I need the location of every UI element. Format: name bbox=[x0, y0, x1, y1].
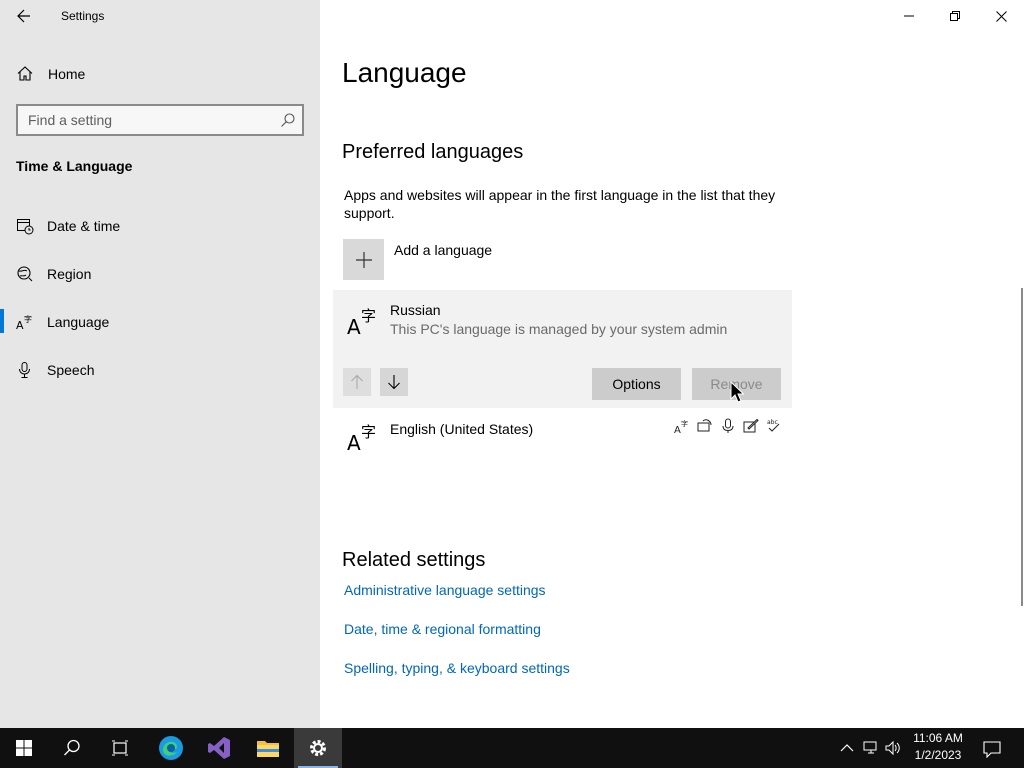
sidebar: Settings Home Time & Language Date & tim… bbox=[0, 0, 320, 728]
file-explorer-icon bbox=[257, 741, 279, 757]
preferred-languages-heading: Preferred languages bbox=[342, 141, 524, 163]
language-icon: A字 bbox=[16, 314, 32, 331]
language-item-russian[interactable]: A字 Russian This PC's language is managed… bbox=[333, 290, 792, 408]
sidebar-item-label: Speech bbox=[47, 362, 95, 378]
speech-recognition-icon bbox=[722, 418, 734, 433]
sidebar-item-label: Region bbox=[47, 266, 92, 282]
svg-text:A: A bbox=[674, 425, 681, 434]
plus-icon bbox=[355, 251, 372, 268]
settings-taskbar-button[interactable] bbox=[294, 728, 342, 768]
language-icon: A字 bbox=[347, 307, 376, 338]
sidebar-item-region[interactable]: Region bbox=[0, 253, 320, 293]
taskbar-search-button[interactable] bbox=[48, 728, 96, 768]
chevron-up-icon[interactable] bbox=[839, 740, 855, 756]
link-administrative-language[interactable]: Administrative language settings bbox=[344, 582, 546, 598]
display-language-icon: A字 bbox=[674, 419, 688, 434]
language-item-english[interactable]: A字 English (United States) bbox=[333, 408, 792, 464]
language-managed-note: This PC's language is managed by your sy… bbox=[390, 321, 728, 337]
arrow-down-icon bbox=[388, 375, 400, 390]
taskbar: 11:06 AM 1/2/2023 bbox=[0, 728, 1024, 768]
move-up-button[interactable] bbox=[343, 368, 371, 396]
svg-text:字: 字 bbox=[361, 307, 376, 325]
svg-text:字: 字 bbox=[361, 423, 376, 441]
file-explorer-button[interactable] bbox=[244, 728, 292, 768]
title-bar: Settings bbox=[0, 0, 320, 32]
selection-indicator bbox=[0, 309, 4, 333]
sidebar-item-speech[interactable]: Speech bbox=[0, 349, 320, 389]
preferred-languages-description: Apps and websites will appear in the fir… bbox=[344, 187, 776, 221]
search-icon bbox=[64, 739, 80, 756]
back-button[interactable] bbox=[8, 4, 40, 28]
settings-window: Settings Home Time & Language Date & tim… bbox=[0, 0, 1024, 728]
sidebar-item-date-time[interactable]: Date & time bbox=[0, 205, 320, 245]
search-input[interactable] bbox=[18, 106, 268, 134]
scrollbar[interactable] bbox=[1021, 288, 1023, 606]
language-name: Russian bbox=[390, 302, 441, 318]
clock-date: 1/2/2023 bbox=[914, 748, 962, 762]
microphone-icon bbox=[19, 362, 30, 378]
options-button[interactable]: Options bbox=[592, 368, 681, 400]
date-time-icon bbox=[17, 219, 34, 235]
related-settings-heading: Related settings bbox=[342, 549, 486, 571]
close-button[interactable] bbox=[978, 0, 1024, 32]
notification-icon[interactable] bbox=[983, 740, 1001, 758]
edge-button[interactable] bbox=[147, 728, 195, 768]
task-view-icon bbox=[112, 740, 128, 756]
visual-studio-button[interactable] bbox=[195, 728, 243, 768]
restore-button[interactable] bbox=[932, 0, 978, 32]
minimize-button[interactable] bbox=[886, 0, 932, 32]
text-to-speech-icon bbox=[697, 419, 712, 432]
search-box[interactable] bbox=[16, 104, 304, 136]
close-icon bbox=[995, 10, 1007, 22]
add-language-button[interactable]: Add a language bbox=[343, 239, 643, 281]
main-content: Language Preferred languages Apps and we… bbox=[320, 0, 1024, 728]
start-button[interactable] bbox=[0, 728, 48, 768]
minimize-icon bbox=[904, 15, 914, 17]
nav-home[interactable]: Home bbox=[0, 57, 320, 89]
page-title: Language bbox=[342, 57, 467, 88]
svg-text:abc: abc bbox=[767, 419, 778, 426]
system-clock[interactable]: 11:06 AM 1/2/2023 bbox=[905, 730, 971, 764]
link-date-time-regional[interactable]: Date, time & regional formatting bbox=[344, 621, 541, 637]
svg-text:A: A bbox=[347, 315, 361, 338]
nav-home-label: Home bbox=[48, 66, 86, 82]
language-icon: A字 bbox=[347, 423, 376, 454]
svg-text:字: 字 bbox=[681, 419, 688, 428]
sidebar-item-label: Date & time bbox=[47, 218, 121, 234]
add-language-label: Add a language bbox=[394, 242, 493, 258]
language-name: English (United States) bbox=[390, 421, 534, 437]
arrow-up-icon bbox=[351, 374, 363, 389]
svg-text:A: A bbox=[347, 431, 361, 454]
sidebar-item-language[interactable]: A字 Language bbox=[0, 301, 320, 341]
edge-icon bbox=[159, 736, 183, 760]
spell-check-icon: abc bbox=[767, 419, 780, 432]
window-controls bbox=[886, 0, 1024, 32]
home-icon bbox=[17, 66, 33, 81]
start-icon bbox=[16, 740, 32, 756]
visual-studio-icon bbox=[208, 737, 230, 759]
back-arrow-icon bbox=[17, 9, 30, 23]
plus-tile bbox=[343, 239, 384, 280]
search-icon[interactable] bbox=[280, 112, 296, 128]
app-title: Settings bbox=[61, 9, 105, 23]
mouse-cursor-icon bbox=[730, 381, 744, 403]
restore-icon bbox=[950, 11, 960, 21]
svg-text:A: A bbox=[16, 319, 24, 331]
link-spelling-typing-keyboard[interactable]: Spelling, typing, & keyboard settings bbox=[344, 660, 570, 676]
volume-icon[interactable] bbox=[885, 740, 901, 756]
handwriting-icon bbox=[743, 418, 759, 433]
section-title: Time & Language bbox=[16, 158, 133, 174]
task-view-button[interactable] bbox=[96, 728, 144, 768]
globe-icon bbox=[17, 266, 33, 282]
settings-icon bbox=[310, 740, 326, 756]
move-down-button[interactable] bbox=[380, 368, 408, 396]
clock-time: 11:06 AM bbox=[913, 731, 963, 745]
svg-text:字: 字 bbox=[24, 314, 32, 324]
network-icon[interactable] bbox=[863, 740, 879, 756]
language-feature-icons: A字 abc bbox=[674, 418, 782, 434]
sidebar-item-label: Language bbox=[47, 314, 110, 330]
